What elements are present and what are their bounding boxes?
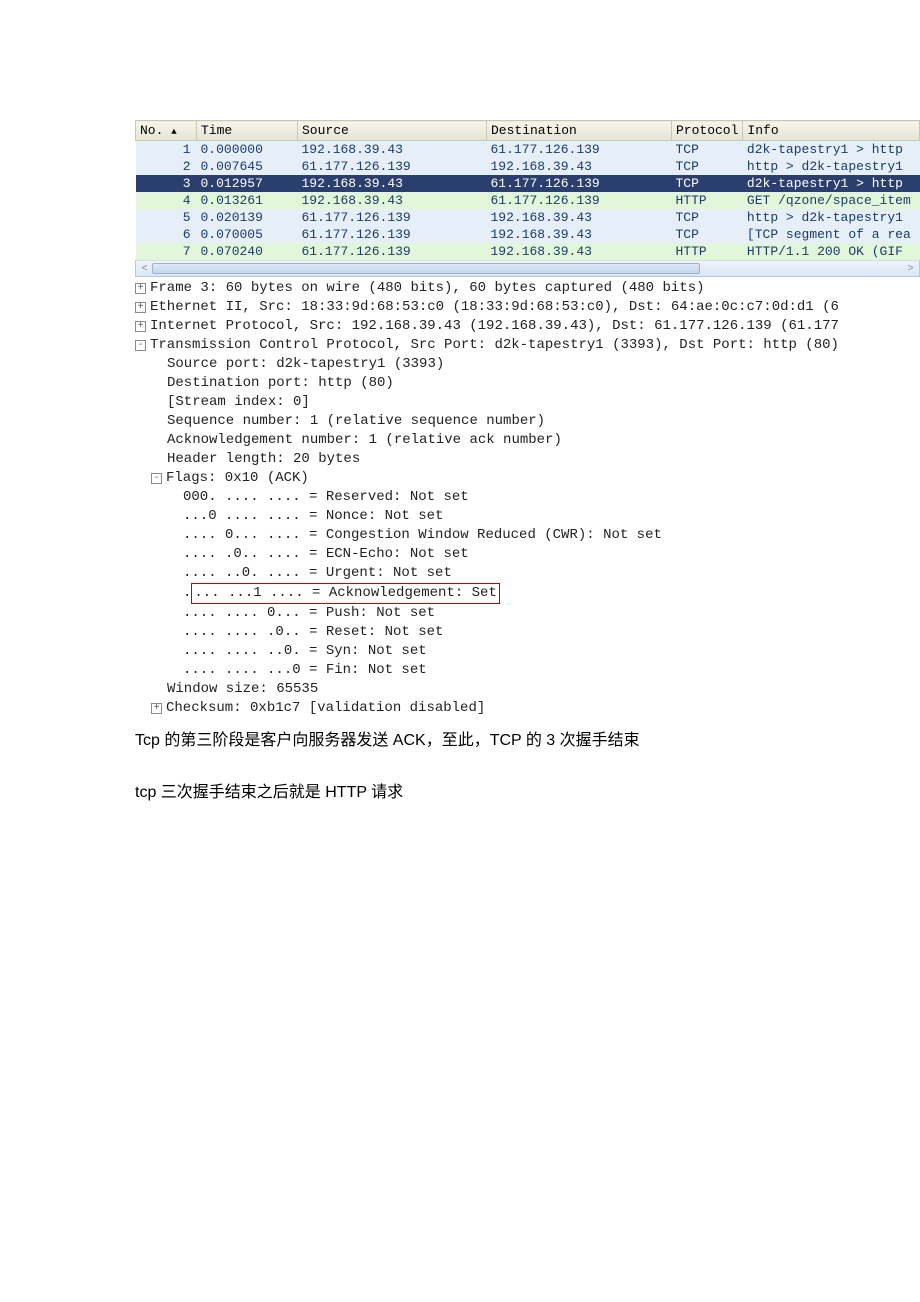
tcp-ack[interactable]: Acknowledgement number: 1 (relative ack …: [135, 431, 920, 450]
collapse-icon[interactable]: -: [135, 340, 146, 351]
packet-row[interactable]: 20.00764561.177.126.139192.168.39.43TCPh…: [136, 158, 920, 175]
scroll-thumb[interactable]: [152, 263, 700, 274]
tcp-src-port[interactable]: Source port: d2k-tapestry1 (3393): [135, 355, 920, 374]
frame-summary[interactable]: Frame 3: 60 bytes on wire (480 bits), 60…: [150, 280, 705, 296]
expand-icon[interactable]: +: [135, 283, 146, 294]
tcp-header-len[interactable]: Header length: 20 bytes: [135, 450, 920, 469]
col-source[interactable]: Source: [298, 121, 487, 141]
col-time[interactable]: Time: [197, 121, 298, 141]
tcp-window-size[interactable]: Window size: 65535: [135, 680, 920, 699]
packet-row[interactable]: 10.000000192.168.39.4361.177.126.139TCPd…: [136, 141, 920, 159]
body-text-2: tcp 三次握手结束之后就是 HTTP 请求: [135, 778, 920, 802]
tcp-flag-line[interactable]: .... ..0. .... = Urgent: Not set: [135, 564, 920, 583]
body-text-1: Tcp 的第三阶段是客户向服务器发送 ACK，至此，TCP 的 3 次握手结束: [135, 726, 920, 750]
col-protocol[interactable]: Protocol: [672, 121, 743, 141]
expand-icon[interactable]: +: [151, 703, 162, 714]
ip-summary[interactable]: Internet Protocol, Src: 192.168.39.43 (1…: [150, 318, 839, 334]
col-no[interactable]: No. ▲: [136, 121, 197, 141]
packet-row[interactable]: 60.07000561.177.126.139192.168.39.43TCP[…: [136, 226, 920, 243]
tcp-summary[interactable]: Transmission Control Protocol, Src Port:…: [150, 337, 839, 353]
tcp-flag-line[interactable]: ...0 .... .... = Nonce: Not set: [135, 507, 920, 526]
tcp-flag-line[interactable]: .... .... ..0. = Syn: Not set: [135, 642, 920, 661]
tcp-flag-line[interactable]: .... 0... .... = Congestion Window Reduc…: [135, 526, 920, 545]
scroll-right-icon[interactable]: >: [903, 262, 918, 275]
collapse-icon[interactable]: -: [151, 473, 162, 484]
tcp-flag-line[interactable]: .... .... ...0 = Fin: Not set: [135, 661, 920, 680]
col-destination[interactable]: Destination: [487, 121, 672, 141]
tcp-checksum[interactable]: Checksum: 0xb1c7 [validation disabled]: [166, 700, 485, 716]
col-info[interactable]: Info: [743, 121, 920, 141]
packet-details-tree[interactable]: + Frame 3: 60 bytes on wire (480 bits), 6…: [135, 279, 920, 718]
packet-row[interactable]: 30.012957192.168.39.4361.177.126.139TCPd…: [136, 175, 920, 192]
tcp-flags-summary[interactable]: Flags: 0x10 (ACK): [166, 470, 309, 486]
tcp-flag-line[interactable]: .... ...1 .... = Acknowledgement: Set: [135, 583, 920, 604]
tcp-seq[interactable]: Sequence number: 1 (relative sequence nu…: [135, 412, 920, 431]
tcp-flag-line[interactable]: 000. .... .... = Reserved: Not set: [135, 488, 920, 507]
tcp-stream-index[interactable]: [Stream index: 0]: [135, 393, 920, 412]
tcp-flag-line[interactable]: .... .0.. .... = ECN-Echo: Not set: [135, 545, 920, 564]
expand-icon[interactable]: +: [135, 302, 146, 313]
ethernet-summary[interactable]: Ethernet II, Src: 18:33:9d:68:53:c0 (18:…: [150, 299, 839, 315]
packet-list-table[interactable]: No. ▲ Time Source Destination Protocol I…: [135, 120, 920, 260]
tcp-flag-line[interactable]: .... .... 0... = Push: Not set: [135, 604, 920, 623]
scroll-left-icon[interactable]: <: [137, 262, 152, 275]
packet-list-header: No. ▲ Time Source Destination Protocol I…: [136, 121, 920, 141]
packet-row[interactable]: 40.013261192.168.39.4361.177.126.139HTTP…: [136, 192, 920, 209]
tcp-dst-port[interactable]: Destination port: http (80): [135, 374, 920, 393]
tcp-flag-line[interactable]: .... .... .0.. = Reset: Not set: [135, 623, 920, 642]
packet-row[interactable]: 50.02013961.177.126.139192.168.39.43TCPh…: [136, 209, 920, 226]
horizontal-scrollbar[interactable]: < >: [135, 260, 920, 277]
expand-icon[interactable]: +: [135, 321, 146, 332]
packet-row[interactable]: 70.07024061.177.126.139192.168.39.43HTTP…: [136, 243, 920, 260]
